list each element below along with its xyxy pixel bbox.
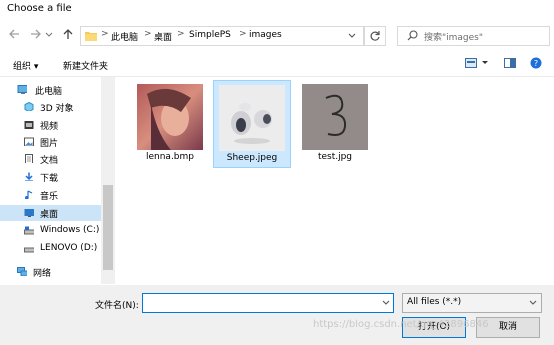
breadcrumb-separator: > [239,29,247,39]
video-icon [24,121,34,129]
up-button[interactable] [60,27,76,43]
lenna-thumbnail [137,84,203,150]
sidebar-item-documents[interactable]: 文档 [0,151,101,167]
change-view-icon[interactable] [465,58,477,68]
watermark-text: https://blog.csdn.net/qq_42896846 [313,319,489,330]
arrow-right-icon [31,29,41,39]
sidebar-item-drive-d[interactable]: LENOVO (D:) [0,241,101,257]
network-icon [17,267,27,276]
forward-button[interactable] [28,27,44,43]
refresh-button[interactable] [364,26,386,46]
view-options-chevron-icon[interactable] [481,60,489,66]
drive-icon [24,247,34,253]
address-bar[interactable]: > 此电脑 > 桌面 > SimplePS > images [80,26,364,46]
recent-locations-button[interactable] [44,27,54,43]
sidebar-item-network[interactable]: 网络 [0,264,101,280]
sheep-thumbnail [219,85,285,151]
download-icon [25,172,33,181]
breadcrumb-separator: > [101,29,109,39]
documents-icon [25,154,33,163]
sidebar-scrollbar-thumb[interactable] [103,185,113,270]
sidebar-item-label: 视频 [40,122,59,132]
file-name: test.jpg [317,152,353,162]
search-box[interactable]: 搜索"images" [397,26,550,46]
sidebar-item-label: Windows (C:) [40,225,100,235]
sidebar-item-pictures[interactable]: 图片 [0,134,101,150]
sidebar-item-3d-objects[interactable]: 3D 对象 [0,99,101,115]
breadcrumb-separator: > [144,29,152,39]
file-name: Sheep.jpeg [226,153,278,163]
computer-icon [17,85,27,94]
music-icon [25,190,33,199]
sidebar-item-downloads[interactable]: 下载 [0,169,101,185]
back-button[interactable] [6,27,22,43]
desktop-icon [24,209,34,217]
breadcrumb-separator: > [177,29,185,39]
svg-text:?: ? [534,59,538,68]
sidebar-item-videos[interactable]: 视频 [0,117,101,133]
arrow-up-icon [63,29,73,39]
sidebar-item-label: 下载 [40,174,59,184]
filename-input[interactable] [142,293,394,313]
preview-pane-icon[interactable] [504,58,516,68]
sidebar-item-music[interactable]: 音乐 [0,187,101,203]
sidebar-item-drive-c[interactable]: Windows (C:) [0,223,101,239]
sidebar-item-this-pc[interactable]: 此电脑 [0,82,101,98]
breadcrumb-images[interactable]: images [249,30,282,40]
sidebar-item-label: 音乐 [40,192,59,202]
chevron-down-icon[interactable] [381,298,391,308]
title-bar [0,0,554,20]
sidebar-item-label: 此电脑 [35,87,63,97]
file-name: lenna.bmp [145,152,194,162]
file-item-sheep[interactable]: Sheep.jpeg [213,80,291,168]
sidebar-item-label: 图片 [40,139,59,149]
search-icon [407,30,418,41]
filetype-select[interactable]: All files (*.*) [402,293,542,313]
folder-icon [85,32,97,41]
chevron-down-icon [529,300,537,305]
chevron-down-icon [45,32,53,37]
organize-menu[interactable]: 组织 ▾ [13,59,38,72]
3d-objects-icon [24,102,34,111]
search-input[interactable]: 搜索"images" [424,30,483,43]
window-title: Choose a file [7,3,72,14]
breadcrumb-this-pc[interactable]: 此电脑 [111,30,138,43]
breadcrumb-simpleps[interactable]: SimplePS [189,30,231,40]
sidebar-item-desktop[interactable]: 桌面 [0,205,101,221]
refresh-icon [370,31,380,41]
test-thumbnail [302,84,368,150]
new-folder-button[interactable]: 新建文件夹 [63,59,108,72]
pictures-icon [24,137,34,146]
chevron-down-icon[interactable] [347,31,357,41]
file-item-lenna[interactable]: lenna.bmp [132,80,208,166]
file-item-test[interactable]: test.jpg [297,80,373,166]
filetype-value: All files (*.*) [407,297,462,307]
sidebar-item-label: 网络 [33,269,52,279]
filename-label: 文件名(N): [95,301,139,311]
sidebar-item-label: 文档 [40,156,59,166]
help-icon[interactable]: ? [530,57,542,69]
sidebar-item-label: 桌面 [40,210,59,220]
breadcrumb-desktop[interactable]: 桌面 [154,30,172,43]
sidebar-item-label: 3D 对象 [40,104,74,114]
sidebar-item-label: LENOVO (D:) [40,243,98,253]
arrow-left-icon [9,29,19,39]
drive-icon [24,226,34,235]
